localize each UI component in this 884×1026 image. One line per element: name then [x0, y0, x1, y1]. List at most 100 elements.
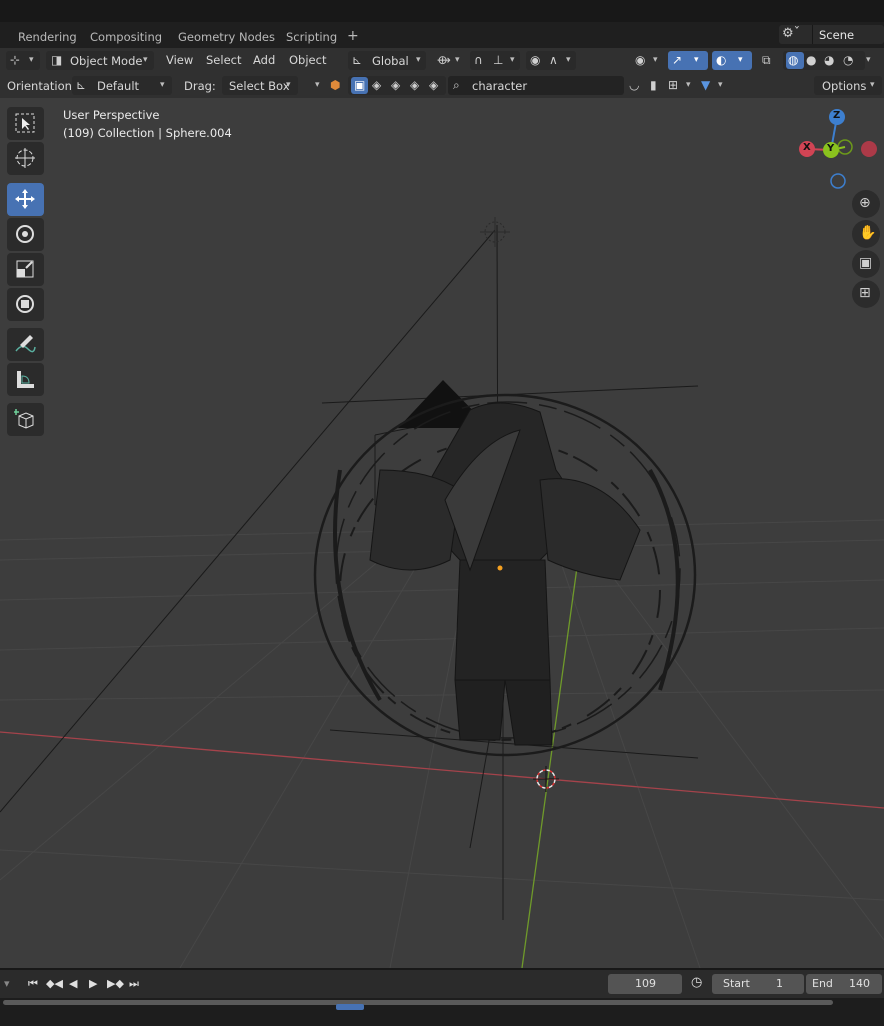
object-type-icon[interactable]: ⬢: [330, 78, 340, 92]
chevron-down-icon[interactable]: ▾: [315, 80, 320, 90]
context-label: (109) Collection | Sphere.004: [63, 126, 232, 140]
tab-rendering[interactable]: Rendering: [18, 30, 77, 44]
menu-add[interactable]: Add: [253, 53, 275, 67]
tool-scale[interactable]: [7, 253, 44, 286]
menu-view[interactable]: View: [166, 53, 193, 67]
tool-cursor[interactable]: [7, 142, 44, 175]
orientation-value: Default: [97, 79, 140, 93]
search-input-value[interactable]: character: [472, 79, 527, 93]
chevron-down-icon: ▾: [416, 55, 421, 65]
jump-start-icon[interactable]: ⏮: [28, 977, 38, 991]
annotate-icon: [15, 335, 36, 353]
menu-object[interactable]: Object: [289, 53, 326, 67]
grid-perspective-icon: ⊞: [859, 285, 871, 301]
chevron-down-icon: ▾: [510, 55, 515, 65]
navigation-gizmo[interactable]: Z X Y: [794, 106, 884, 196]
ortho-toggle-button[interactable]: ⊞: [852, 280, 880, 308]
select-subtract-icon[interactable]: ◈: [391, 78, 400, 92]
tool-select-box[interactable]: [7, 107, 44, 140]
chevron-down-icon: ▾: [160, 80, 165, 90]
tool-measure[interactable]: [7, 363, 44, 396]
filter-curve-icon[interactable]: ◡: [629, 78, 639, 92]
tool-annotate[interactable]: [7, 328, 44, 361]
chevron-down-icon: ▾: [686, 80, 691, 90]
pivot-point-icon[interactable]: ⟴: [437, 53, 451, 67]
select-new-icon: ▣: [354, 78, 366, 92]
3d-cursor: [533, 766, 559, 792]
hierarchy-icon[interactable]: ⊞: [668, 78, 678, 92]
rendered-sphere-icon[interactable]: ◔: [843, 53, 853, 67]
drag-value: Select Box: [229, 79, 290, 93]
snap-increment-icon[interactable]: ⊥: [493, 53, 503, 67]
scene-divider: [812, 25, 813, 44]
gizmo-y-label: Y: [827, 143, 835, 154]
material-sphere-icon[interactable]: ◕: [824, 53, 834, 67]
jump-keyframe-back-icon[interactable]: ◆◀: [46, 977, 63, 990]
chevron-down-icon: ▾: [455, 55, 460, 65]
chevron-down-icon: ▾: [866, 55, 871, 65]
add-workspace-icon[interactable]: +: [347, 28, 359, 44]
chevron-down-icon: ▾: [653, 55, 658, 65]
transform-orientation-label: Global: [372, 54, 409, 68]
tool-move[interactable]: [7, 183, 44, 216]
pan-button[interactable]: ✋: [852, 220, 880, 248]
origin-point: [497, 565, 503, 571]
orientation-axes-icon: ⊾: [352, 53, 363, 67]
xray-toggle-icon[interactable]: ⧉: [762, 53, 771, 67]
zoom-button[interactable]: ⊕: [852, 190, 880, 218]
overlays-icon: ◐: [716, 53, 727, 67]
select-extend-icon[interactable]: ◈: [372, 78, 381, 92]
stopwatch-icon[interactable]: ◷: [691, 975, 702, 990]
falloff-curve-icon[interactable]: ∧: [549, 53, 558, 67]
solid-sphere-icon[interactable]: ●: [806, 53, 816, 67]
gizmo-z-label: Z: [833, 110, 841, 121]
add-cube-icon: [14, 409, 34, 429]
proportional-editing-icon[interactable]: ◉: [530, 53, 540, 67]
tab-compositing[interactable]: Compositing: [90, 30, 162, 44]
window-top-strip: [0, 0, 884, 22]
measure-icon: [17, 371, 34, 388]
orientation-label: Orientation:: [7, 79, 76, 93]
timeline-scrollbar[interactable]: [3, 1000, 833, 1005]
playhead-marker[interactable]: [336, 1004, 364, 1010]
menu-select[interactable]: Select: [206, 53, 241, 67]
chevron-down-icon: ▾: [286, 80, 291, 90]
play-icon[interactable]: ▶: [89, 977, 97, 990]
chevron-down-icon: ▾: [29, 55, 34, 65]
view-name-label: User Perspective: [63, 108, 160, 122]
gizmo-x-label: X: [803, 142, 811, 153]
camera-icon: ▣: [859, 255, 873, 271]
visibility-eye-icon[interactable]: ◉: [635, 53, 645, 67]
object-mode-icon: ◨: [51, 53, 63, 67]
bookmark-icon[interactable]: ▮: [650, 78, 657, 92]
jump-keyframe-forward-icon[interactable]: ▶◆: [107, 977, 124, 990]
snap-magnet-icon[interactable]: ∩: [474, 53, 483, 67]
tab-geometry-nodes[interactable]: Geometry Nodes: [178, 30, 275, 44]
move-icon: [15, 189, 35, 209]
tool-transform[interactable]: [7, 288, 44, 321]
scale-icon: [16, 260, 34, 278]
tool-rotate[interactable]: [7, 218, 44, 251]
end-value: 140: [849, 977, 870, 990]
scene-name[interactable]: Scene: [819, 28, 854, 42]
editor-type-icon: ⊹: [10, 53, 21, 67]
tool-add-cube[interactable]: [7, 403, 44, 436]
rotate-icon: [16, 225, 34, 243]
zoom-magnifier-icon: ⊕: [859, 195, 871, 211]
select-invert-icon[interactable]: ◈: [410, 78, 419, 92]
camera-view-button[interactable]: ▣: [852, 250, 880, 278]
neg-x-axis-icon: [861, 141, 877, 157]
select-intersect-icon[interactable]: ◈: [429, 78, 438, 92]
scene-icon[interactable]: ⚙ˇ: [782, 26, 800, 41]
jump-end-icon[interactable]: ⏭: [129, 977, 139, 991]
viewport-scene: [0, 217, 884, 968]
3d-viewport[interactable]: [0, 98, 884, 968]
timeline-menu-icon[interactable]: ▾: [4, 977, 10, 990]
play-reverse-icon[interactable]: ◀: [69, 977, 77, 990]
filter-funnel-icon[interactable]: ▼: [701, 78, 710, 92]
chevron-down-icon: ▾: [718, 80, 723, 90]
chevron-down-icon: ▾: [738, 55, 743, 65]
neg-z-axis-icon: [830, 173, 846, 189]
tab-scripting[interactable]: Scripting: [286, 30, 337, 44]
drag-label: Drag:: [184, 79, 216, 93]
